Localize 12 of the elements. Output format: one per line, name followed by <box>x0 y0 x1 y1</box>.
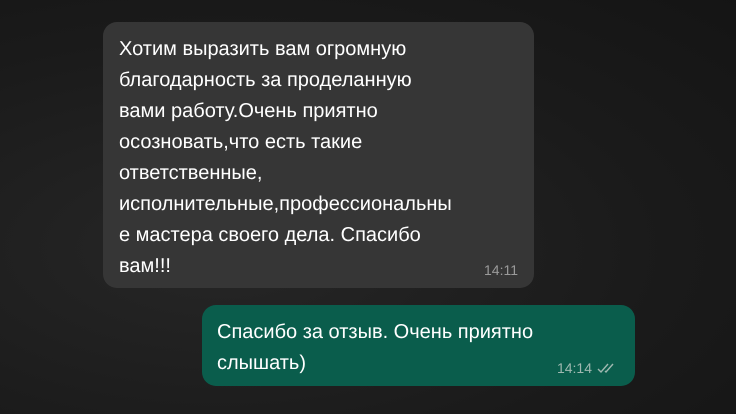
message-text-line: благодарность за проделанную <box>119 68 412 93</box>
message-text-line: вам!!! <box>119 254 171 279</box>
message-text-line: ответственные, <box>119 161 262 186</box>
message-text-line: исполнительные,профессиональны <box>119 192 452 217</box>
message-time: 14:11 <box>484 262 518 278</box>
message-text-line: Спасибо за отзыв. Очень приятно <box>217 320 534 345</box>
message-text-line: осозновать,что есть такие <box>119 130 362 155</box>
message-text-line: Хотим выразить вам огромную <box>119 37 406 62</box>
message-text-line: е мастера своего дела. Спасибо <box>119 223 421 248</box>
message-text-line: вами работу.Очень приятно <box>119 99 378 124</box>
message-text-line: слышать) <box>217 351 306 376</box>
message-time: 14:14 <box>556 360 592 376</box>
